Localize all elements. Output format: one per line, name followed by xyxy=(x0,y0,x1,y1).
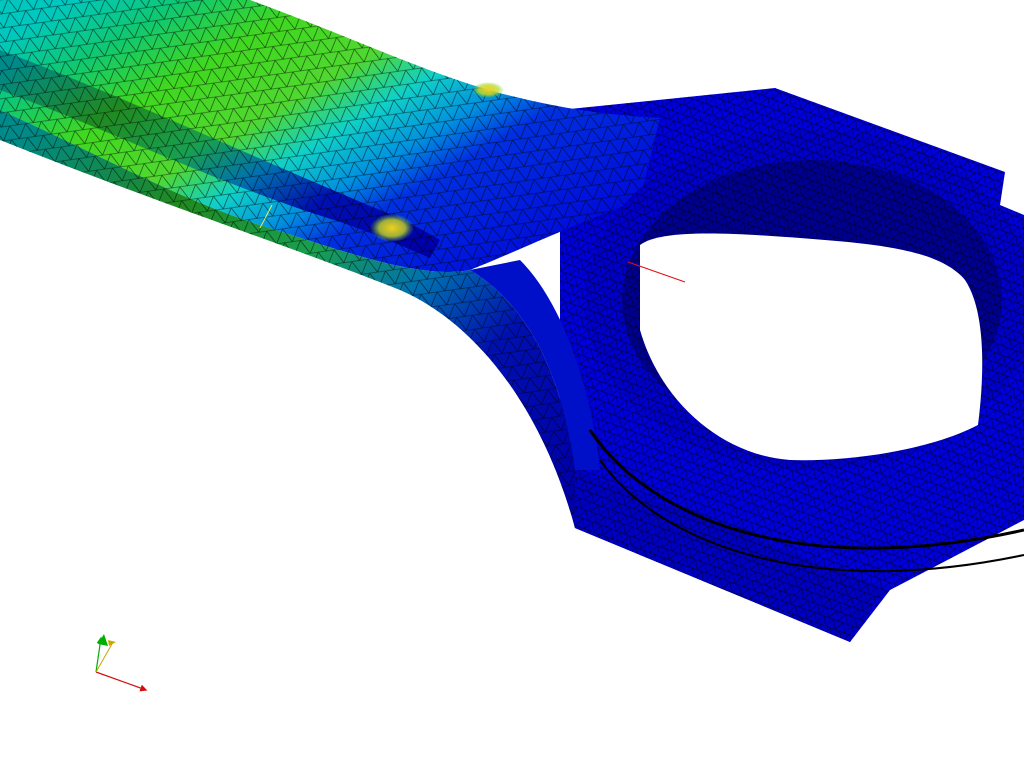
axis-triad-icon xyxy=(95,634,148,692)
connecting-rod-model[interactable] xyxy=(0,0,1024,642)
stress-hotspot xyxy=(370,214,414,242)
stress-hotspot xyxy=(472,82,504,98)
3d-viewport[interactable] xyxy=(0,0,1024,768)
